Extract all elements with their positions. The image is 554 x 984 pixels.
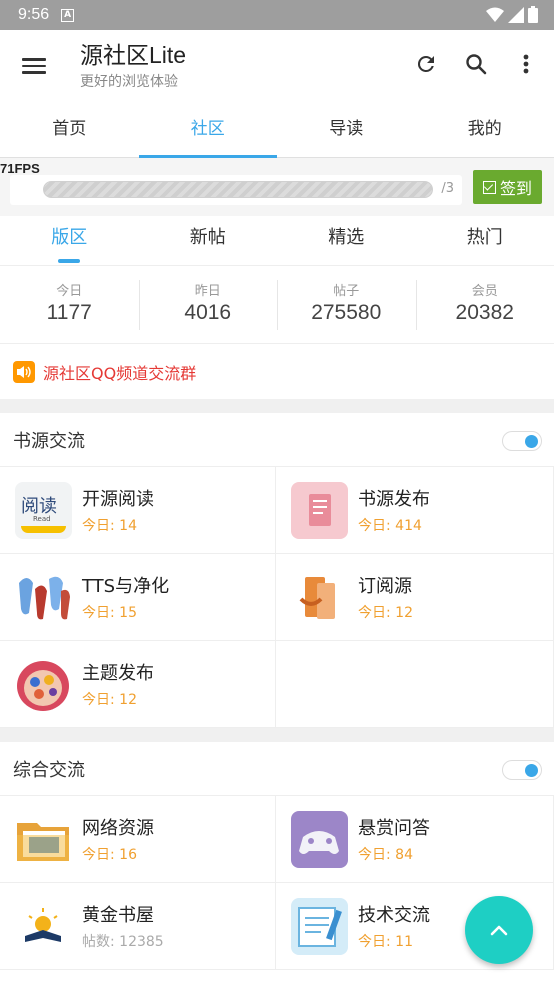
board-item[interactable]: 悬赏问答 今日: 84 — [276, 796, 554, 883]
board-grid: 阅读 Read 开源阅读 今日: 14 书源发布 今日: 414 TTS与净化 … — [0, 467, 554, 728]
board-name: 网络资源 — [82, 818, 154, 839]
wifi-icon — [486, 7, 504, 22]
more-vert-icon[interactable] — [512, 50, 540, 78]
subscription-icon — [291, 568, 348, 626]
app-subtitle: 更好的浏览体验 — [80, 74, 178, 90]
stat-value: 275580 — [311, 300, 382, 324]
stat-value: 1177 — [46, 300, 92, 324]
scroll-top-button[interactable] — [465, 896, 533, 964]
folder-icon — [15, 810, 72, 868]
board-item[interactable]: 阅读 Read 开源阅读 今日: 14 — [0, 467, 276, 554]
tab-mine[interactable]: 我的 — [416, 102, 554, 157]
tts-icon — [15, 568, 72, 626]
section-header: 综合交流 — [0, 742, 554, 796]
stat-label: 昨日 — [194, 283, 221, 299]
board-name: 技术交流 — [358, 905, 430, 926]
signal-icon — [508, 6, 524, 23]
board-meta: 今日: 12 — [82, 692, 137, 708]
gamepad-icon — [291, 810, 348, 868]
tab-home[interactable]: 首页 — [0, 102, 139, 157]
board-meta: 今日: 16 — [82, 847, 137, 863]
board-item[interactable]: 订阅源 今日: 12 — [276, 554, 554, 641]
section-title: 书源交流 — [13, 430, 85, 452]
board-name: TTS与净化 — [82, 576, 170, 597]
stats-row: 今日 1177 昨日 4016 帖子 275580 会员 20382 — [0, 266, 554, 344]
menu-icon[interactable] — [22, 54, 46, 78]
stat-today: 今日 1177 — [0, 280, 139, 330]
board-name: 黄金书屋 — [82, 905, 154, 926]
progress-bar — [43, 181, 433, 198]
board-item[interactable]: 网络资源 今日: 16 — [0, 796, 276, 883]
book-source-icon — [291, 481, 348, 539]
board-item[interactable]: TTS与净化 今日: 15 — [0, 554, 276, 641]
tab-guide[interactable]: 导读 — [277, 102, 416, 157]
board-meta: 今日: 84 — [358, 847, 413, 863]
subtab-new-posts[interactable]: 新帖 — [139, 216, 278, 265]
fps-counter: 71FPS — [0, 161, 40, 176]
tech-doc-icon — [291, 897, 348, 955]
section-gap — [0, 399, 554, 413]
board-name: 订阅源 — [358, 576, 412, 597]
section-gap — [0, 728, 554, 742]
stat-value: 20382 — [455, 300, 514, 324]
sub-tabs: 版区 新帖 精选 热门 — [0, 216, 554, 266]
progress-count: /3 — [441, 181, 454, 196]
board-item[interactable]: 主题发布 今日: 12 — [0, 641, 276, 728]
progress-area: 71FPS /3 签到 — [0, 158, 554, 216]
board-meta: 今日: 414 — [358, 518, 422, 534]
stat-value: 4016 — [184, 300, 232, 324]
checkbox-icon — [482, 180, 496, 194]
stat-label: 帖子 — [333, 283, 360, 299]
app-bar: 源社区Lite 更好的浏览体验 — [0, 30, 554, 102]
stat-posts: 帖子 275580 — [277, 279, 416, 330]
status-time: 9:56 — [18, 6, 50, 23]
status-icons — [486, 6, 538, 23]
board-item[interactable]: 黄金书屋 帖数: 12385 — [0, 883, 276, 970]
app-title: 源社区Lite — [80, 42, 187, 68]
sign-in-label: 签到 — [499, 179, 532, 198]
theme-palette-icon — [15, 655, 72, 713]
board-meta: 今日: 11 — [358, 934, 413, 950]
refresh-icon[interactable] — [412, 50, 440, 78]
progress-box: /3 — [10, 175, 462, 205]
board-name: 悬赏问答 — [358, 818, 430, 839]
read-app-icon: 阅读 Read — [15, 481, 72, 539]
stat-members: 会员 20382 — [415, 279, 554, 330]
stat-label: 会员 — [471, 283, 498, 299]
golden-book-icon — [15, 897, 72, 955]
status-bar: 9:56 A — [0, 0, 554, 30]
section-header: 书源交流 — [0, 413, 554, 467]
notification-a-icon: A — [61, 8, 75, 22]
board-name: 主题发布 — [82, 663, 154, 684]
sign-in-button[interactable]: 签到 — [473, 170, 542, 204]
board-meta: 今日: 15 — [82, 605, 137, 621]
stat-label: 今日 — [56, 283, 83, 299]
section-toggle[interactable] — [502, 431, 542, 451]
board-meta: 帖数: 12385 — [82, 934, 164, 950]
subtab-featured[interactable]: 精选 — [277, 216, 416, 265]
search-icon[interactable] — [462, 50, 490, 78]
board-name: 书源发布 — [358, 489, 430, 510]
subtab-boards[interactable]: 版区 — [0, 216, 139, 265]
subtab-hot[interactable]: 热门 — [416, 216, 554, 265]
board-meta: 今日: 12 — [358, 605, 413, 621]
main-tabs: 首页 社区 导读 我的 — [0, 102, 554, 158]
battery-icon — [528, 6, 538, 23]
board-name: 开源阅读 — [82, 489, 154, 510]
stat-yesterday: 昨日 4016 — [138, 279, 278, 330]
section-toggle[interactable] — [502, 760, 542, 780]
chevron-up-icon — [490, 925, 508, 936]
empty-cell — [276, 641, 554, 728]
section-title: 综合交流 — [13, 759, 85, 781]
notice-bar[interactable]: 源社区QQ频道交流群 — [0, 344, 554, 399]
tab-community[interactable]: 社区 — [138, 102, 278, 158]
board-item[interactable]: 书源发布 今日: 414 — [276, 467, 554, 554]
board-meta: 今日: 14 — [82, 518, 137, 534]
speaker-icon — [13, 360, 35, 383]
notice-text: 源社区QQ频道交流群 — [43, 363, 197, 383]
